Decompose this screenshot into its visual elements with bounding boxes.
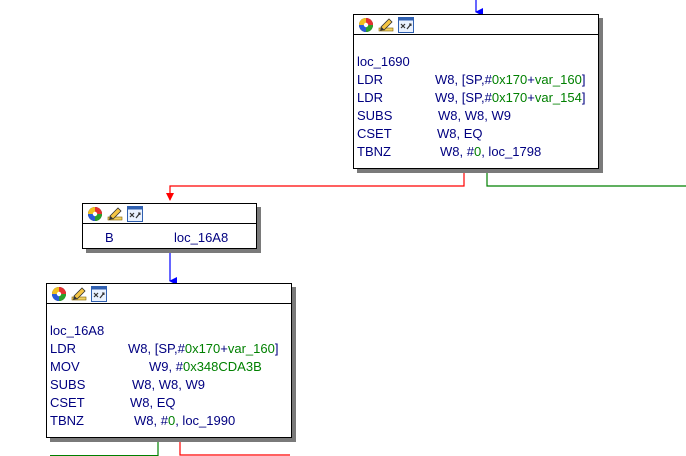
block-header — [47, 284, 291, 304]
graph-layout-icon[interactable] — [398, 16, 414, 33]
instruction-line: SUBS W8, W8, W9 — [357, 107, 598, 125]
mnemonic: CSET — [357, 126, 392, 141]
graph-layout-icon[interactable] — [91, 285, 107, 302]
edge-true-to-loc-1798[interactable] — [486, 169, 686, 187]
instruction-line: LDR W9, [SP,#0x170+var_154] — [357, 89, 598, 107]
rename-pencil-icon[interactable] — [71, 286, 87, 302]
mnemonic: SUBS — [50, 377, 86, 392]
branch-target-loc-16a8[interactable]: loc_16A8 — [174, 229, 228, 247]
mnemonic: LDR — [357, 90, 384, 105]
graph-layout-icon[interactable] — [127, 205, 143, 222]
operands: W8, #0, loc_1990 — [134, 413, 236, 428]
instruction-line: CSET W8, EQ — [357, 125, 598, 143]
block-label: loc_16A8 — [50, 322, 291, 340]
color-palette-icon[interactable] — [358, 17, 374, 33]
instruction-line: LDR W8, [SP,#0x170+var_160] — [50, 340, 291, 358]
mnemonic: LDR — [357, 72, 384, 87]
block-label: loc_1690 — [357, 53, 598, 71]
block-header — [83, 204, 256, 224]
instruction-line: MOV W9, #0x348CDA3B — [50, 358, 291, 376]
label-loc-16a8[interactable]: loc_16A8 — [50, 322, 104, 340]
code-block-branch[interactable]: B loc_16A8 — [82, 203, 257, 249]
operands: W8, EQ — [130, 395, 176, 410]
label-loc-1690[interactable]: loc_1690 — [357, 53, 410, 71]
block-header — [354, 15, 598, 35]
operands: W8, EQ — [437, 126, 483, 141]
instruction-line: LDR W8, [SP,#0x170+var_160] — [357, 71, 598, 89]
operands: W8, W8, W9 — [438, 108, 511, 123]
instruction-line: TBNZ W8, #0, loc_1990 — [50, 412, 291, 430]
mnemonic: MOV — [50, 359, 80, 374]
mnemonic: SUBS — [357, 108, 393, 123]
rename-pencil-icon[interactable] — [378, 17, 394, 33]
color-palette-icon[interactable] — [51, 286, 67, 302]
instruction-line: TBNZ W8, #0, loc_1798 — [357, 143, 598, 161]
instruction-line: CSET W8, EQ — [50, 394, 291, 412]
mnemonic: B — [105, 230, 114, 245]
mnemonic: TBNZ — [50, 413, 84, 428]
color-palette-icon[interactable] — [87, 206, 103, 222]
rename-pencil-icon[interactable] — [107, 206, 123, 222]
mnemonic: TBNZ — [357, 144, 391, 159]
code-block-loc-1690[interactable]: loc_1690 LDR W8, [SP,#0x170+var_160] LDR… — [353, 14, 599, 169]
operands: W9, #0x348CDA3B — [149, 359, 262, 374]
code-block-loc-16a8[interactable]: loc_16A8 LDR W8, [SP,#0x170+var_160] MOV… — [46, 283, 292, 438]
edge-false-from-loc-16a8[interactable] — [179, 436, 290, 456]
operands: W8, W8, W9 — [132, 377, 205, 392]
instruction-line: SUBS W8, W8, W9 — [50, 376, 291, 394]
operands: W8, #0, loc_1798 — [440, 144, 542, 159]
operands: W8, [SP,#0x170+var_160] — [128, 341, 279, 356]
branch-target-loc-1990[interactable]: , loc_1990 — [175, 413, 235, 428]
branch-target-loc-1798[interactable]: , loc_1798 — [481, 144, 541, 159]
operands: W8, [SP,#0x170+var_160] — [435, 72, 586, 87]
mnemonic: CSET — [50, 395, 85, 410]
instruction-line: B loc_16A8 — [105, 229, 256, 247]
edge-false-to-b-block[interactable] — [166, 169, 465, 201]
operands: W9, [SP,#0x170+var_154] — [435, 90, 586, 105]
mnemonic: LDR — [50, 341, 77, 356]
